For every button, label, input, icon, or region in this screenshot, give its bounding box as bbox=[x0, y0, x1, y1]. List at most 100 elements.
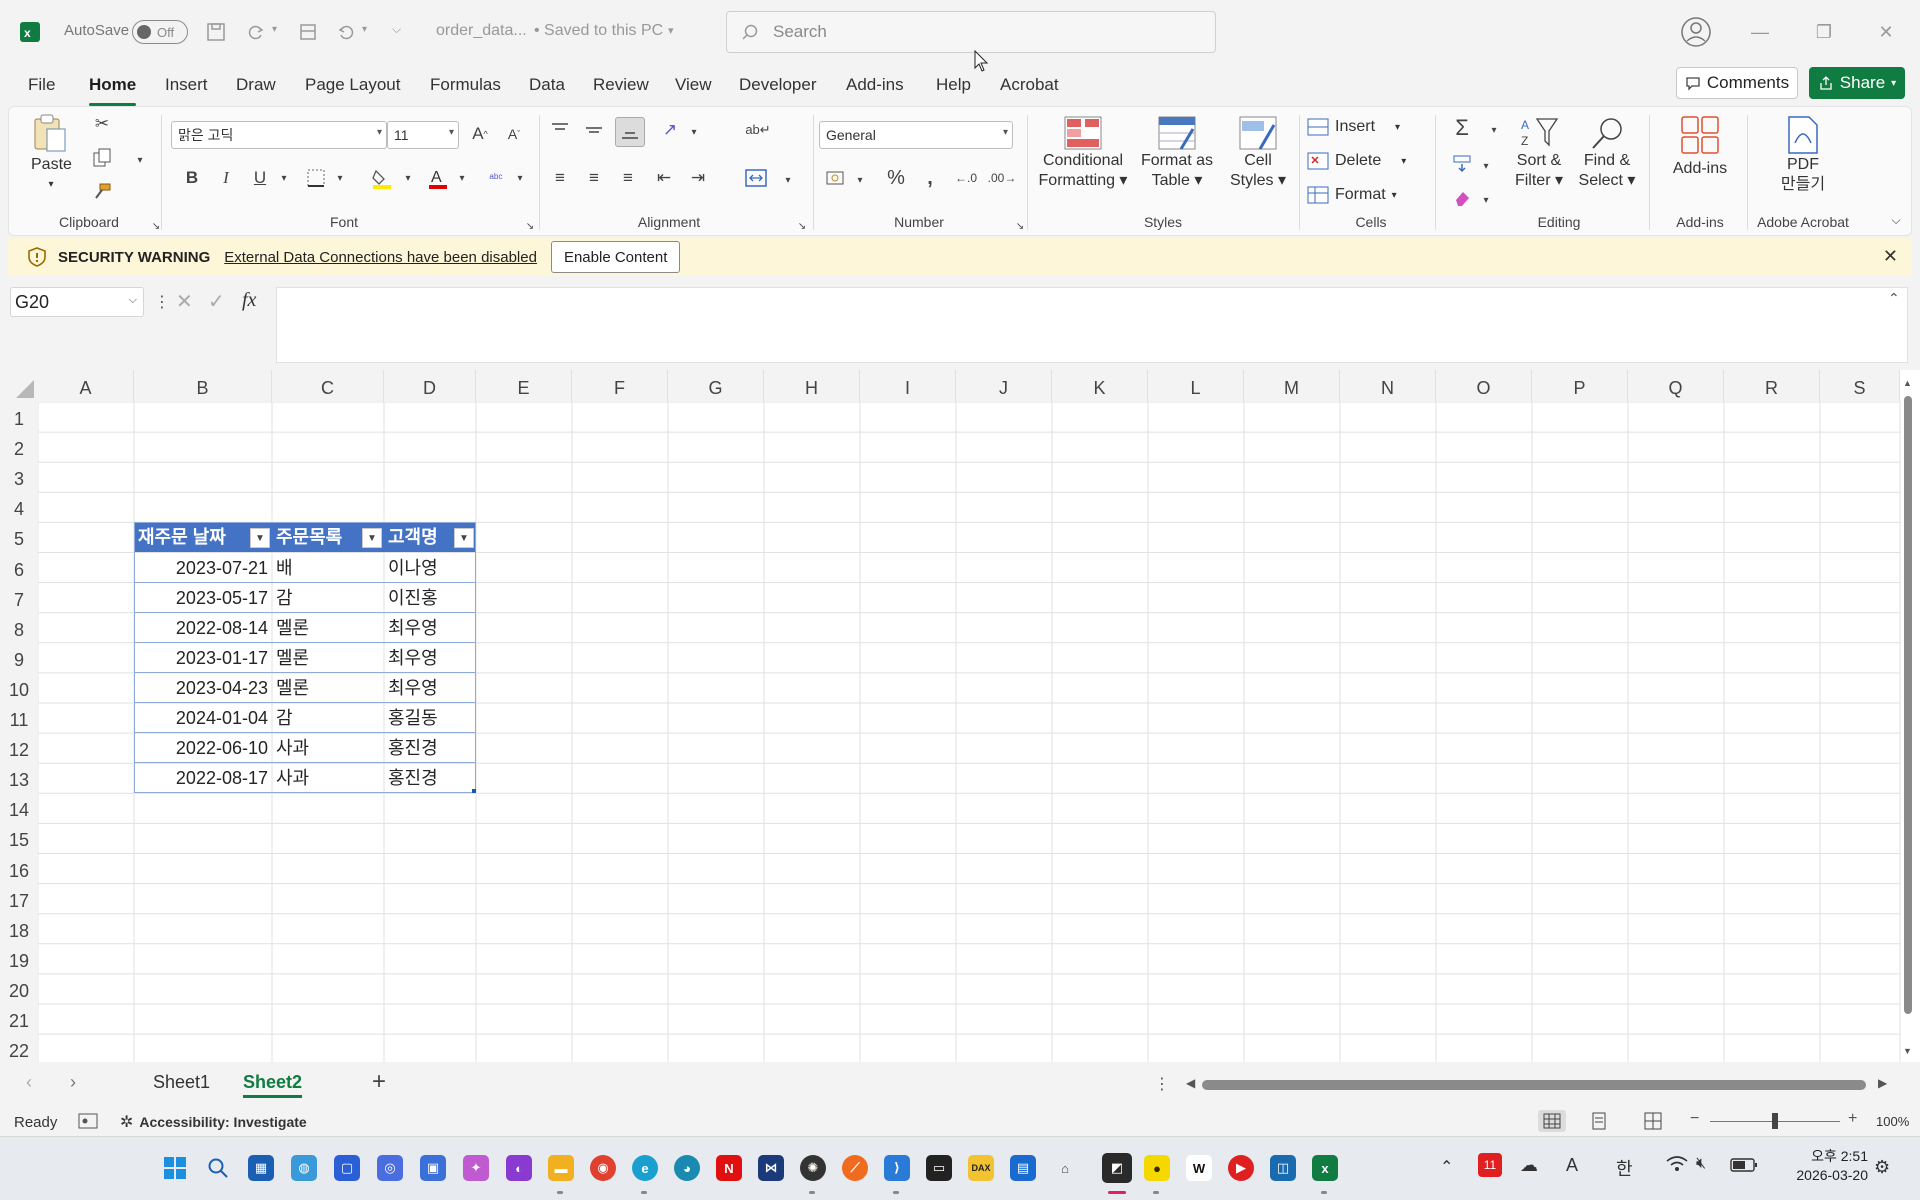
app-icon-11[interactable]: ▤ bbox=[1010, 1155, 1036, 1181]
phonetic-dropdown-icon[interactable]: ▾ bbox=[507, 165, 533, 191]
security-warning-link[interactable]: External Data Connections have been disa… bbox=[224, 249, 537, 266]
column-header-q[interactable]: Q bbox=[1628, 370, 1724, 402]
comments-button[interactable]: Comments bbox=[1676, 67, 1798, 99]
formula-bar-options-icon[interactable]: ⋮ bbox=[154, 292, 170, 312]
column-header-d[interactable]: D bbox=[384, 370, 476, 402]
table-cell[interactable]: 2023-07-21 bbox=[134, 553, 272, 583]
italic-icon[interactable]: I bbox=[213, 165, 239, 191]
kakaotalk-icon[interactable]: ● bbox=[1144, 1155, 1170, 1181]
tray-overflow-icon[interactable]: ⌃ bbox=[1440, 1157, 1453, 1177]
vertical-scrollbar-thumb[interactable] bbox=[1904, 396, 1912, 1014]
wrap-text-icon[interactable]: ab↵ bbox=[745, 117, 771, 143]
table-cell[interactable]: 최우영 bbox=[384, 613, 476, 643]
app-icon-8[interactable]: ⋈ bbox=[758, 1155, 784, 1181]
column-header-b[interactable]: B bbox=[134, 370, 272, 402]
middle-align-icon[interactable] bbox=[581, 117, 607, 143]
table-cell[interactable]: 최우영 bbox=[384, 643, 476, 673]
table-cell[interactable]: 멜론 bbox=[272, 643, 384, 673]
autosave-toggle[interactable]: Off bbox=[132, 20, 188, 44]
app-icon-15[interactable]: ▶ bbox=[1228, 1155, 1254, 1181]
increase-font-size-icon[interactable]: A ^ bbox=[467, 121, 493, 147]
sheet-tab-sheet1[interactable]: Sheet1 bbox=[153, 1072, 210, 1093]
row-header-18[interactable]: 18 bbox=[0, 913, 38, 944]
zoom-slider-thumb[interactable] bbox=[1772, 1113, 1778, 1129]
filter-dropdown-icon[interactable]: ▼ bbox=[362, 528, 382, 549]
cancel-entry-icon[interactable]: ✕ bbox=[176, 289, 193, 314]
number-format-combo[interactable]: General ▾ bbox=[819, 121, 1013, 149]
phonetic-guide-icon[interactable]: ᵃᵇᶜ bbox=[483, 165, 509, 191]
macro-record-icon[interactable] bbox=[78, 1112, 98, 1130]
table-cell[interactable]: 홍진경 bbox=[384, 733, 476, 763]
confirm-entry-icon[interactable]: ✓ bbox=[208, 289, 225, 314]
next-sheet-icon[interactable]: › bbox=[70, 1072, 76, 1093]
create-pdf-button[interactable]: PDF 만들기 bbox=[1753, 115, 1853, 195]
column-header-c[interactable]: C bbox=[272, 370, 384, 402]
restore-icon[interactable]: ❐ bbox=[1804, 14, 1844, 50]
file-explorer-icon[interactable]: ▬ bbox=[548, 1155, 574, 1181]
onedrive-icon[interactable]: ☁ bbox=[1520, 1155, 1538, 1176]
row-header-5[interactable]: 5 bbox=[0, 522, 38, 553]
row-header-9[interactable]: 9 bbox=[0, 642, 38, 673]
column-header-r[interactable]: R bbox=[1724, 370, 1820, 402]
form-icon[interactable] bbox=[294, 18, 322, 46]
app-icon-9[interactable]: ⟋ bbox=[842, 1155, 868, 1181]
fill-dropdown-icon[interactable]: ▾ bbox=[1473, 153, 1499, 179]
fill-color-icon[interactable] bbox=[369, 165, 395, 191]
row-header-17[interactable]: 17 bbox=[0, 883, 38, 914]
wifi-icon[interactable] bbox=[1666, 1155, 1688, 1173]
table-cell[interactable]: 감 bbox=[272, 583, 384, 613]
increase-decimal-icon[interactable]: ←.0 bbox=[953, 165, 979, 191]
tab-split-handle-icon[interactable]: ⋮ bbox=[1154, 1074, 1170, 1094]
column-header-i[interactable]: I bbox=[860, 370, 956, 402]
undo-dropdown-icon[interactable]: ▾ bbox=[362, 24, 367, 35]
add-ins-button[interactable]: Add-ins bbox=[1657, 115, 1743, 179]
zoom-in-icon[interactable]: + bbox=[1848, 1110, 1857, 1128]
font-name-combo[interactable]: 맑은 고딕 ▾ bbox=[171, 121, 387, 149]
table-cell[interactable]: 2022-08-14 bbox=[134, 613, 272, 643]
chrome-icon[interactable]: ◉ bbox=[590, 1155, 616, 1181]
normal-view-icon[interactable] bbox=[1538, 1110, 1566, 1132]
table-cell[interactable]: 2022-08-17 bbox=[134, 763, 272, 793]
row-header-6[interactable]: 6 bbox=[0, 552, 38, 583]
volume-muted-icon[interactable]: 🔇︎ bbox=[1696, 1155, 1706, 1173]
autosum-dropdown-icon[interactable]: ▾ bbox=[1481, 117, 1507, 143]
row-header-11[interactable]: 11 bbox=[0, 703, 38, 734]
clipboard-launcher-icon[interactable]: ↘ bbox=[143, 213, 169, 239]
increase-indent-icon[interactable]: ⇥ bbox=[685, 165, 711, 191]
accounting-format-icon[interactable] bbox=[823, 165, 849, 191]
underline-icon[interactable]: U bbox=[247, 165, 273, 191]
user-avatar-icon[interactable] bbox=[1680, 16, 1712, 48]
copy-icon[interactable] bbox=[89, 145, 115, 171]
close-window-icon[interactable]: ✕ bbox=[1866, 14, 1906, 50]
share-button[interactable]: Share ▾ bbox=[1809, 67, 1905, 99]
table-resize-handle[interactable] bbox=[472, 789, 476, 794]
redo-dropdown-icon[interactable]: ▾ bbox=[272, 24, 277, 35]
app-icon-5[interactable]: ▣ bbox=[420, 1155, 446, 1181]
tab-insert[interactable]: Insert bbox=[165, 72, 208, 100]
save-status-chevron-icon[interactable]: ▾ bbox=[668, 24, 674, 37]
conditional-formatting-button[interactable]: Conditional Formatting ▾ bbox=[1035, 115, 1131, 191]
tab-review[interactable]: Review bbox=[593, 72, 649, 100]
ime-indicator[interactable]: 한 bbox=[1616, 1155, 1633, 1181]
notification-settings-icon[interactable]: ⚙ bbox=[1874, 1157, 1890, 1178]
sheet-tab-sheet2[interactable]: Sheet2 bbox=[243, 1072, 303, 1098]
taskbar-search-icon[interactable] bbox=[205, 1155, 231, 1181]
vscode-icon[interactable]: ⟩ bbox=[884, 1155, 910, 1181]
column-header-a[interactable]: A bbox=[38, 370, 134, 402]
prev-sheet-icon[interactable]: ‹ bbox=[26, 1072, 32, 1093]
app-icon-7[interactable]: ◕ bbox=[674, 1155, 700, 1181]
insert-cells-button[interactable]: Insert ▾ bbox=[1307, 117, 1400, 137]
fill-color-dropdown-icon[interactable]: ▾ bbox=[395, 165, 421, 191]
windows-start-icon[interactable] bbox=[162, 1155, 188, 1181]
app-icon-10[interactable]: ▭ bbox=[926, 1155, 952, 1181]
tab-home[interactable]: Home bbox=[89, 72, 137, 106]
row-header-13[interactable]: 13 bbox=[0, 763, 38, 794]
app-icon-3[interactable]: ▢ bbox=[334, 1155, 360, 1181]
column-header-g[interactable]: G bbox=[668, 370, 764, 402]
scroll-down-icon[interactable]: ▼ bbox=[1903, 1046, 1913, 1056]
undo-icon[interactable] bbox=[332, 18, 360, 46]
autosum-icon[interactable]: Σ bbox=[1449, 115, 1475, 141]
format-painter-icon[interactable] bbox=[89, 179, 115, 205]
table-cell[interactable]: 이진홍 bbox=[384, 583, 476, 613]
comma-style-icon[interactable]: , bbox=[917, 165, 943, 191]
